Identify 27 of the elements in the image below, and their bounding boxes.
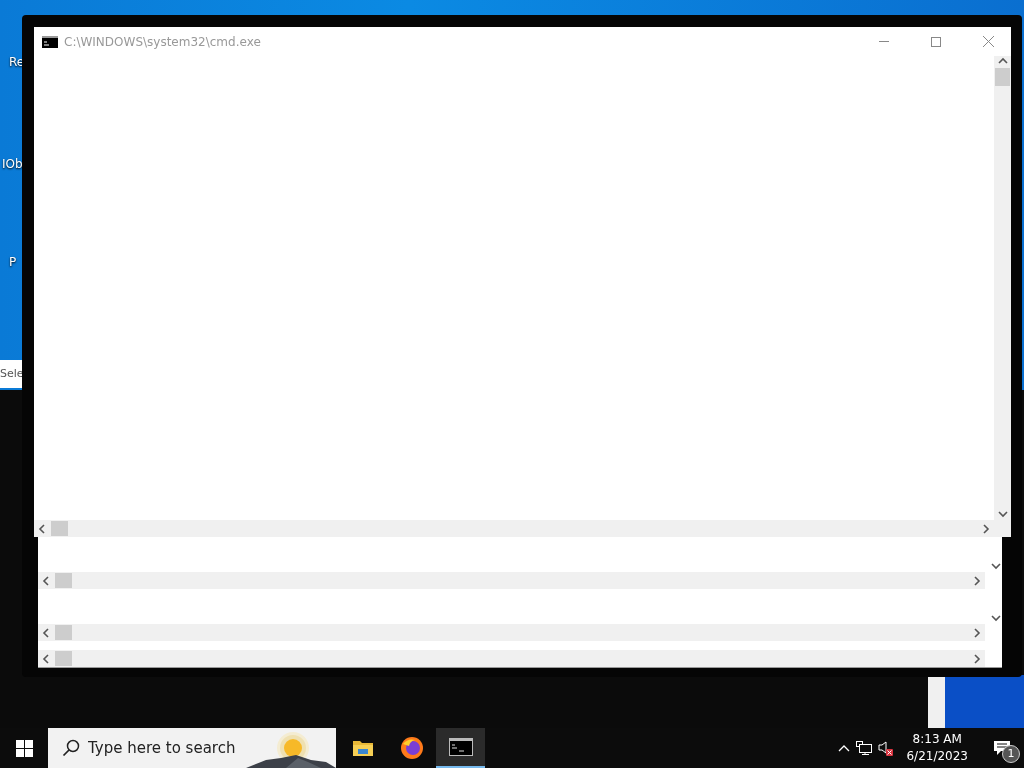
desktop-icon-label[interactable]: IOb — [2, 157, 23, 171]
maximize-icon — [931, 36, 941, 47]
minimize-icon — [879, 41, 889, 42]
desktop-icon-label[interactable]: Re — [9, 55, 25, 69]
scroll-thumb[interactable] — [55, 651, 72, 666]
background-window-edge — [928, 675, 945, 728]
scroll-thumb[interactable] — [55, 573, 72, 588]
taskbar-app-button[interactable] — [436, 728, 485, 768]
console-app-icon — [42, 35, 58, 48]
terminal-icon — [448, 738, 473, 756]
windows-logo-icon — [15, 739, 33, 757]
folder-icon — [351, 739, 374, 757]
window-title: C:\WINDOWS\system32\cmd.exe — [64, 34, 261, 49]
scroll-thumb[interactable] — [995, 68, 1010, 86]
clock[interactable]: 8:13 AM 6/21/2023 — [900, 731, 974, 765]
search-icon — [62, 739, 80, 757]
notifications-button[interactable]: 1 — [980, 728, 1024, 768]
vertical-scrollbar[interactable] — [994, 56, 1011, 537]
search-bar[interactable]: Type here to search — [48, 728, 336, 768]
close-icon — [982, 36, 994, 47]
desktop-icon-label[interactable]: P — [9, 255, 17, 269]
chevron-up-icon[interactable] — [838, 744, 851, 752]
network-icon[interactable] — [856, 741, 873, 755]
muted-speaker-icon[interactable] — [878, 740, 895, 756]
scroll-thumb[interactable] — [51, 521, 68, 536]
scroll-thumb[interactable] — [55, 625, 72, 640]
browser-icon — [399, 736, 424, 760]
